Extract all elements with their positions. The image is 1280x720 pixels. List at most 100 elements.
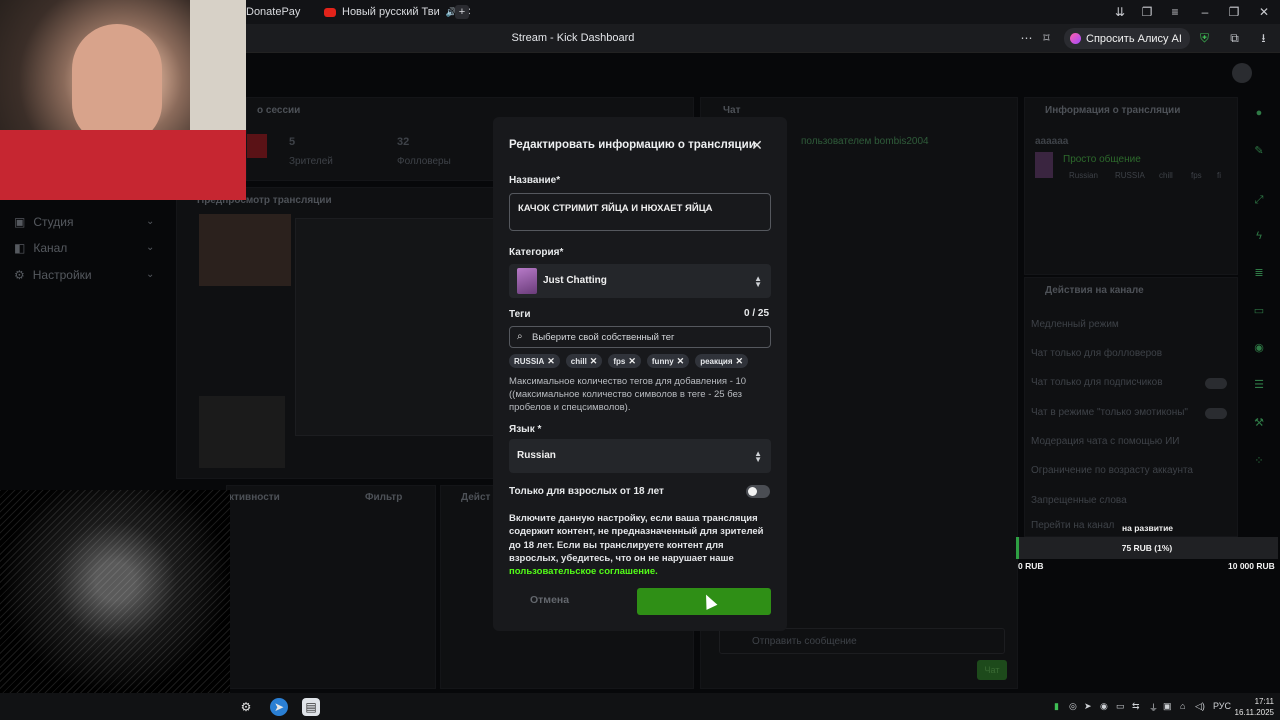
- category-value: Just Chatting: [543, 275, 607, 286]
- broadcast-icon[interactable]: ◉: [1249, 338, 1269, 358]
- tab-label: DonatePay: [246, 6, 301, 18]
- goal-min-label: 0 RUB: [1018, 561, 1044, 571]
- extensions-icon[interactable]: ⧉: [1227, 31, 1242, 46]
- maximize-icon[interactable]: ❐: [1226, 4, 1242, 20]
- tag-chip: RUSSIA ✕: [509, 354, 560, 368]
- alice-button-label: Спросить Алису AI: [1086, 32, 1182, 45]
- info-stream-name: аааааа: [1035, 136, 1069, 147]
- tag-label: RUSSIA: [514, 356, 545, 366]
- more-icon[interactable]: ⋯: [1019, 31, 1034, 46]
- chat-icon[interactable]: ▭: [1249, 301, 1269, 321]
- tray-window-icon[interactable]: ▭: [1116, 701, 1125, 712]
- alice-icon: [1070, 33, 1081, 44]
- toggle-knob: [748, 487, 757, 496]
- sidebar-item-settings[interactable]: ⚙ Настройки: [14, 268, 92, 282]
- menu-icon[interactable]: ≡: [1167, 4, 1183, 20]
- remove-tag-icon[interactable]: ✕: [547, 356, 555, 367]
- telegram-icon[interactable]: ➤: [270, 698, 288, 716]
- tag-search-input[interactable]: ⌕ Выберите свой собственный тег: [509, 326, 771, 348]
- webcam-person: [72, 24, 162, 144]
- remove-tag-icon[interactable]: ✕: [677, 356, 685, 367]
- action-slow-mode[interactable]: Медленный режим: [1031, 319, 1119, 330]
- tray-monitor-icon[interactable]: ▣: [1163, 701, 1172, 712]
- language-select[interactable]: Russian ▲ ▼: [509, 439, 771, 473]
- action-emote-only[interactable]: Чат в режиме "только эмотиконы": [1031, 407, 1188, 418]
- network-icon[interactable]: ⌂: [1180, 701, 1185, 711]
- emote-only-toggle[interactable]: [1205, 408, 1227, 419]
- info-icon[interactable]: ●: [1249, 103, 1269, 123]
- apps-icon[interactable]: ⁘: [1249, 451, 1269, 471]
- tab-donatepay[interactable]: DonatePay: [246, 3, 300, 21]
- action-followers-only[interactable]: Чат только для фолловеров: [1031, 348, 1162, 359]
- category-select[interactable]: Just Chatting ▲ ▼: [509, 264, 771, 298]
- tab-label: Новый русский Тви: [342, 6, 440, 18]
- sidebar-item-channel[interactable]: ◧ Канал: [14, 241, 67, 255]
- followers-count: 32: [397, 136, 410, 148]
- tag-label: реакция: [700, 356, 733, 366]
- edit-icon[interactable]: ✎: [1249, 141, 1269, 161]
- list-icon[interactable]: ≣: [1249, 263, 1269, 283]
- tags-label: Теги: [509, 309, 531, 320]
- action-banned-words[interactable]: Запрещенные слова: [1031, 495, 1127, 506]
- sidebar-item-label: Канал: [33, 241, 68, 255]
- info-tag: Russian: [1069, 171, 1098, 180]
- edit-stream-info-modal: Редактировать информацию о трансляции ✕ …: [493, 117, 787, 631]
- remove-tag-icon[interactable]: ✕: [590, 356, 598, 367]
- clock[interactable]: 17:11 16.11.2025: [1234, 696, 1274, 718]
- adult-only-toggle[interactable]: [746, 485, 770, 498]
- download-icon[interactable]: ⭳: [1256, 31, 1271, 46]
- expand-icon[interactable]: ⤢: [1249, 190, 1269, 210]
- tray-game-icon[interactable]: ◎: [1069, 701, 1077, 712]
- tray-usb-icon[interactable]: ⏚: [1149, 701, 1158, 714]
- tray-arrow-icon[interactable]: ⇆: [1132, 701, 1140, 712]
- shield-icon[interactable]: ⛨: [1197, 31, 1212, 46]
- sidebar-item-label: Настройки: [32, 268, 92, 282]
- panel-title: Информация о трансляции: [1045, 105, 1181, 116]
- window-close-icon[interactable]: ✕: [1256, 4, 1272, 20]
- action-age-restriction[interactable]: Ограничение по возрасту аккаунта: [1031, 465, 1193, 476]
- subscribers-only-toggle[interactable]: [1205, 378, 1227, 389]
- cancel-button[interactable]: Отмена: [530, 594, 569, 606]
- action-go-to-channel[interactable]: Перейти на канал: [1031, 520, 1114, 531]
- volume-icon[interactable]: ◁): [1195, 701, 1205, 712]
- followers-label: Фолловеры: [397, 156, 451, 167]
- manga-art-overlay: [0, 490, 230, 693]
- tray-icon[interactable]: ▮: [1054, 701, 1059, 712]
- alice-ai-button[interactable]: Спросить Алису AI: [1064, 28, 1190, 49]
- tab-youtube[interactable]: Новый русский Тви 🔊 ✕: [324, 3, 471, 21]
- language-indicator[interactable]: РУС: [1213, 701, 1231, 711]
- bolt-icon[interactable]: ϟ: [1249, 226, 1269, 246]
- pinned-message: пользователем bombis2004: [801, 136, 929, 147]
- tray-send-icon[interactable]: ➤: [1084, 701, 1092, 712]
- tag-list: RUSSIA ✕ chill ✕ fps ✕ funny ✕ реакция ✕: [509, 354, 749, 368]
- bookmark-icon[interactable]: ⌑: [1039, 31, 1054, 46]
- close-icon[interactable]: ✕: [750, 137, 764, 154]
- remove-tag-icon[interactable]: ✕: [736, 356, 744, 367]
- stream-title-input[interactable]: КАЧОК СТРИМИТ ЯЙЦА И НЮХАЕТ ЯЙЦА: [509, 193, 771, 231]
- minimize-icon[interactable]: –: [1197, 4, 1213, 20]
- chat-send-button[interactable]: Чат: [977, 660, 1007, 680]
- user-agreement-link[interactable]: пользовательское соглашение.: [509, 566, 658, 577]
- tray-record-icon[interactable]: ◉: [1100, 701, 1108, 712]
- chevron-down-icon: ⌄: [146, 242, 155, 253]
- settings-gear-icon[interactable]: ⚙: [237, 698, 255, 716]
- panel-title: о сессии: [257, 105, 301, 116]
- action-ai-moderation[interactable]: Модерация чата с помощью ИИ: [1031, 436, 1179, 447]
- wrench-icon[interactable]: ⚒: [1249, 413, 1269, 433]
- new-tab-button[interactable]: +: [455, 5, 469, 19]
- tabs-icon[interactable]: ❐: [1139, 4, 1155, 20]
- tag-label: fps: [613, 356, 626, 366]
- filter-label[interactable]: Фильтр: [365, 492, 402, 503]
- chevron-down-icon: ⌄: [146, 269, 155, 280]
- remove-tag-icon[interactable]: ✕: [628, 356, 636, 367]
- chat-input[interactable]: Отправить сообщение: [719, 628, 1005, 654]
- pin-icon[interactable]: ⇊: [1112, 4, 1128, 20]
- action-subscribers-only[interactable]: Чат только для подписчиков: [1031, 377, 1163, 388]
- app-window-icon[interactable]: ▤: [302, 698, 320, 716]
- plus-icon: +: [458, 6, 466, 18]
- avatar[interactable]: [1232, 63, 1252, 83]
- chat-placeholder: Отправить сообщение: [752, 636, 857, 647]
- users-icon[interactable]: ☰: [1249, 375, 1269, 395]
- info-tag: fps: [1191, 171, 1202, 180]
- sidebar-item-studio[interactable]: ▣ Студия: [14, 215, 73, 229]
